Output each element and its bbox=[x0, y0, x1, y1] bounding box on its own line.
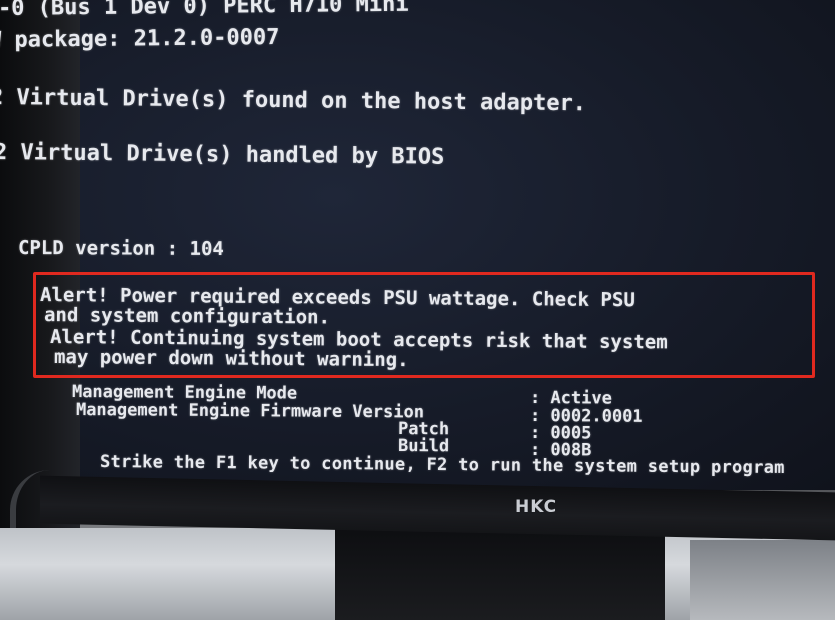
virtual-drives-handled-line: 2 Virtual Drive(s) handled by BIOS bbox=[0, 140, 445, 170]
alert-line-2: and system configuration. bbox=[43, 304, 331, 329]
me-build-label: Build bbox=[397, 436, 450, 457]
fw-package-line: W package: 21.2.0-0007 bbox=[0, 24, 280, 53]
alert-line-4: may power down without warning. bbox=[53, 346, 409, 372]
me-fw-label: Management Engine Firmware Version bbox=[75, 400, 425, 423]
cpld-version-line: CPLD version : 104 bbox=[17, 237, 224, 261]
server-device bbox=[690, 540, 835, 620]
monitor-brand-logo: HKC bbox=[515, 497, 558, 517]
